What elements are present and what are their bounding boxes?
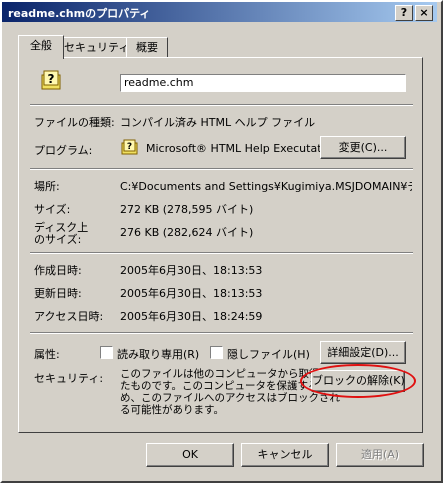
readonly-label[interactable]: 読み取り専用(R) xyxy=(117,346,199,362)
cancel-button-label: キャンセル xyxy=(257,448,313,461)
title-bar[interactable]: readme.chmのプロパティ ? × xyxy=(2,2,437,22)
chm-file-icon: ? xyxy=(40,67,62,91)
disk-size-value: 276 KB (282,624 バイト) xyxy=(120,226,254,239)
svg-text:?: ? xyxy=(127,142,132,152)
accessed-label: アクセス日時: xyxy=(34,310,104,323)
modified-label: 更新日時: xyxy=(34,287,82,300)
close-button[interactable]: × xyxy=(415,5,433,21)
window-title: readme.chmのプロパティ xyxy=(8,7,151,20)
separator-1 xyxy=(30,104,413,106)
attributes-label: 属性: xyxy=(34,348,60,361)
advanced-button[interactable]: 詳細設定(D)... xyxy=(320,341,406,364)
file-type-value: コンパイル済み HTML ヘルプ ファイル xyxy=(120,116,316,129)
tab-general-label: 全般 xyxy=(30,39,52,52)
program-icon: ? xyxy=(121,138,139,156)
program-label: プログラム: xyxy=(34,144,93,157)
size-value: 272 KB (278,595 バイト) xyxy=(120,203,254,216)
size-label: サイズ: xyxy=(34,203,71,216)
separator-3 xyxy=(30,252,413,254)
highlight-circle xyxy=(300,364,416,398)
hidden-label[interactable]: 隠しファイル(H) xyxy=(227,346,310,362)
tab-security-label: セキュリティ xyxy=(64,41,130,54)
apply-button-label: 適用(A) xyxy=(360,448,400,461)
security-message: このファイルは他のコンピュータから取得 たものです。このコンピュータを保護するた… xyxy=(120,368,340,416)
readonly-checkbox[interactable] xyxy=(100,346,113,359)
svg-text:?: ? xyxy=(48,72,55,86)
security-label: セキュリティ: xyxy=(34,372,104,385)
modified-value: 2005年6月30日、18:13:53 xyxy=(120,287,263,300)
tab-general[interactable]: 全般 xyxy=(18,35,64,59)
security-message-line4: る可能性があります。 xyxy=(120,404,224,416)
security-message-line2: たものです。このコンピュータを保護するた xyxy=(120,380,329,392)
file-type-label: ファイルの種類: xyxy=(34,116,115,129)
program-value: Microsoft® HTML Help Executat xyxy=(146,142,322,155)
security-message-line1: このファイルは他のコンピュータから取得 xyxy=(120,368,320,380)
filename-input[interactable]: readme.chm xyxy=(120,74,406,92)
filename-value: readme.chm xyxy=(124,76,194,89)
ok-button-label: OK xyxy=(182,448,198,461)
change-program-button[interactable]: 変更(C)... xyxy=(320,136,406,159)
help-button[interactable]: ? xyxy=(395,5,413,21)
location-label: 場所: xyxy=(34,180,60,193)
location-value: C:¥Documents and Settings¥Kugimiya.MSJDO… xyxy=(120,180,412,193)
security-message-line3: め、このファイルへのアクセスはブロックされ xyxy=(120,392,340,404)
tab-security[interactable]: セキュリティ xyxy=(63,37,130,58)
change-program-label: 変更(C)... xyxy=(338,141,388,154)
accessed-value: 2005年6月30日、18:24:59 xyxy=(120,310,263,323)
cancel-button[interactable]: キャンセル xyxy=(241,443,329,467)
ok-button[interactable]: OK xyxy=(146,443,234,467)
advanced-button-label: 詳細設定(D)... xyxy=(327,346,399,359)
created-label: 作成日時: xyxy=(34,264,82,277)
tab-summary-label: 概要 xyxy=(136,41,158,54)
disk-size-label-line2: のサイズ: xyxy=(34,233,82,246)
hidden-checkbox[interactable] xyxy=(210,346,223,359)
created-value: 2005年6月30日、18:13:53 xyxy=(120,264,263,277)
separator-2 xyxy=(30,168,413,170)
separator-4 xyxy=(30,332,413,334)
apply-button[interactable]: 適用(A) xyxy=(336,443,424,467)
tab-summary[interactable]: 概要 xyxy=(126,37,168,58)
